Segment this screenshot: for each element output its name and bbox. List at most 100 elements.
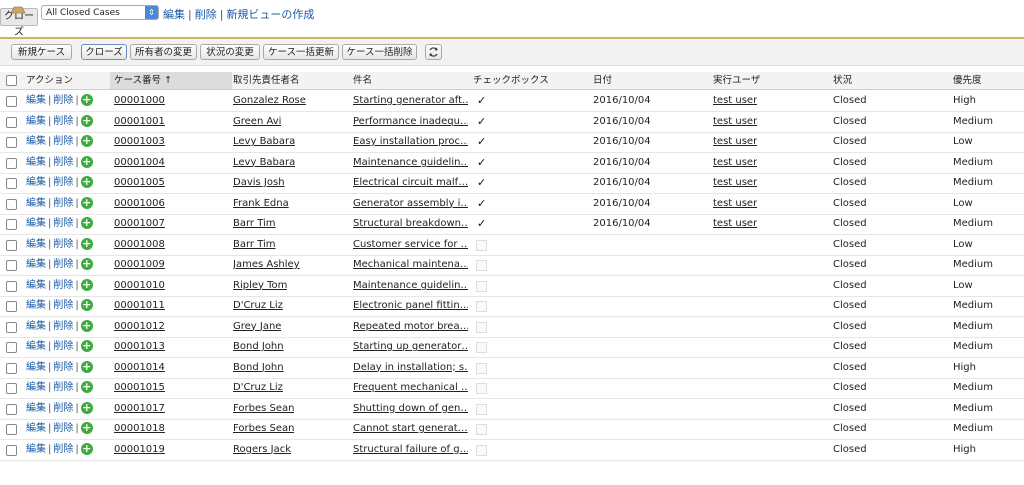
edit-link[interactable]: 編集 xyxy=(26,341,46,352)
edit-link[interactable]: 編集 xyxy=(26,239,46,250)
add-icon[interactable]: + xyxy=(80,401,93,414)
contact-name-link[interactable]: Levy Babara xyxy=(233,132,295,152)
contact-name-link[interactable]: Forbes Sean xyxy=(233,399,294,419)
subject-link[interactable]: Delay in installation; s… xyxy=(353,358,468,378)
change-status-button[interactable]: 状況の変更 xyxy=(200,44,260,60)
add-icon[interactable]: + xyxy=(80,155,93,168)
case-number-link[interactable]: 00001001 xyxy=(114,112,165,132)
case-number-link[interactable]: 00001019 xyxy=(114,440,165,460)
row-checkbox[interactable] xyxy=(6,342,17,353)
contact-name-link[interactable]: Forbes Sean xyxy=(233,419,294,439)
edit-link[interactable]: 編集 xyxy=(26,136,46,147)
add-icon[interactable]: + xyxy=(80,217,93,229)
edit-link[interactable]: 編集 xyxy=(26,444,46,455)
delete-link[interactable]: 削除 xyxy=(53,239,73,250)
contact-name-link[interactable]: Grey Jane xyxy=(233,317,281,337)
contact-name-link[interactable]: D'Cruz Liz xyxy=(233,378,283,398)
add-icon[interactable]: + xyxy=(80,176,93,188)
delete-link[interactable]: 削除 xyxy=(53,259,73,270)
delete-link[interactable]: 削除 xyxy=(53,362,73,373)
delete-link[interactable]: 削除 xyxy=(53,218,73,229)
add-icon[interactable]: + xyxy=(80,299,93,311)
row-checkbox[interactable] xyxy=(6,137,17,148)
case-number-link[interactable]: 00001014 xyxy=(114,358,165,378)
contact-name-link[interactable]: Barr Tim xyxy=(233,214,276,234)
delete-link[interactable]: 削除 xyxy=(53,198,73,209)
subject-link[interactable]: Structural failure of g… xyxy=(353,440,468,460)
new-case-button[interactable]: 新規ケース xyxy=(11,44,72,60)
header-executing-user[interactable]: 実行ユーザ xyxy=(713,72,760,89)
contact-name-link[interactable]: Davis Josh xyxy=(233,173,285,193)
edit-link[interactable]: 編集 xyxy=(26,280,46,291)
row-checkbox[interactable] xyxy=(6,301,17,312)
delete-link[interactable]: 削除 xyxy=(53,341,73,352)
subject-link[interactable]: Customer service for … xyxy=(353,235,468,255)
delete-view-link[interactable]: 削除 xyxy=(195,8,217,21)
case-number-link[interactable]: 00001009 xyxy=(114,255,165,275)
case-number-link[interactable]: 00001005 xyxy=(114,173,165,193)
delete-link[interactable]: 削除 xyxy=(53,423,73,434)
edit-link[interactable]: 編集 xyxy=(26,177,46,188)
subject-link[interactable]: Easy installation proc… xyxy=(353,132,468,152)
header-subject[interactable]: 件名 xyxy=(353,72,372,89)
user-link[interactable]: test user xyxy=(713,173,757,193)
subject-link[interactable]: Performance inadequ… xyxy=(353,112,468,132)
case-number-link[interactable]: 00001003 xyxy=(114,132,165,152)
delete-link[interactable]: 削除 xyxy=(53,300,73,311)
row-checkbox[interactable] xyxy=(6,178,17,189)
select-all-checkbox[interactable] xyxy=(6,75,17,86)
subject-link[interactable]: Repeated motor brea… xyxy=(353,317,468,337)
add-icon[interactable]: + xyxy=(80,422,93,434)
contact-name-link[interactable]: Ripley Tom xyxy=(233,276,287,296)
contact-name-link[interactable]: Levy Babara xyxy=(233,153,295,173)
subject-link[interactable]: Frequent mechanical … xyxy=(353,378,468,398)
row-checkbox[interactable] xyxy=(6,424,17,435)
add-icon[interactable]: + xyxy=(80,340,93,352)
row-checkbox[interactable] xyxy=(6,219,17,230)
contact-name-link[interactable]: James Ashley xyxy=(233,255,300,275)
delete-link[interactable]: 削除 xyxy=(53,177,73,188)
subject-link[interactable]: Cannot start generat… xyxy=(353,419,468,439)
add-icon[interactable]: + xyxy=(80,258,93,270)
edit-link[interactable]: 編集 xyxy=(26,259,46,270)
user-link[interactable]: test user xyxy=(713,214,757,234)
user-link[interactable]: test user xyxy=(713,132,757,152)
add-icon[interactable]: + xyxy=(80,114,93,127)
case-number-link[interactable]: 00001015 xyxy=(114,378,165,398)
case-number-link[interactable]: 00001006 xyxy=(114,194,165,214)
delete-link[interactable]: 削除 xyxy=(53,116,73,127)
subject-link[interactable]: Maintenance guidelin… xyxy=(353,276,468,296)
row-checkbox[interactable] xyxy=(6,116,17,128)
case-number-link[interactable]: 00001012 xyxy=(114,317,165,337)
edit-link[interactable]: 編集 xyxy=(26,300,46,311)
case-number-link[interactable]: 00001004 xyxy=(114,153,165,173)
subject-link[interactable]: Electrical circuit malf… xyxy=(353,173,468,193)
case-number-link[interactable]: 00001008 xyxy=(114,235,165,255)
header-priority[interactable]: 優先度 xyxy=(953,72,982,89)
edit-link[interactable]: 編集 xyxy=(26,362,46,373)
contact-name-link[interactable]: Rogers Jack xyxy=(233,440,291,460)
add-icon[interactable]: + xyxy=(80,442,93,455)
row-checkbox[interactable] xyxy=(6,157,17,169)
case-number-link[interactable]: 00001010 xyxy=(114,276,165,296)
edit-link[interactable]: 編集 xyxy=(26,403,46,414)
add-icon[interactable]: + xyxy=(80,94,93,106)
user-link[interactable]: test user xyxy=(713,153,757,173)
edit-link[interactable]: 編集 xyxy=(26,157,46,168)
case-number-link[interactable]: 00001007 xyxy=(114,214,165,234)
delete-link[interactable]: 削除 xyxy=(53,280,73,291)
edit-view-link[interactable]: 編集 xyxy=(163,8,185,21)
contact-name-link[interactable]: Frank Edna xyxy=(233,194,289,214)
subject-link[interactable]: Starting generator aft… xyxy=(353,91,468,111)
edit-link[interactable]: 編集 xyxy=(26,382,46,393)
contact-name-link[interactable]: Bond John xyxy=(233,337,284,357)
subject-link[interactable]: Maintenance guidelin… xyxy=(353,153,468,173)
mass-delete-button[interactable]: ケース一括削除 xyxy=(342,44,417,60)
delete-link[interactable]: 削除 xyxy=(53,444,73,455)
user-link[interactable]: test user xyxy=(713,194,757,214)
edit-link[interactable]: 編集 xyxy=(26,116,46,127)
subject-link[interactable]: Shutting down of gen… xyxy=(353,399,468,419)
row-checkbox[interactable] xyxy=(6,362,17,374)
edit-link[interactable]: 編集 xyxy=(26,218,46,229)
header-case-number[interactable]: ケース番号 ↑ xyxy=(110,72,232,89)
